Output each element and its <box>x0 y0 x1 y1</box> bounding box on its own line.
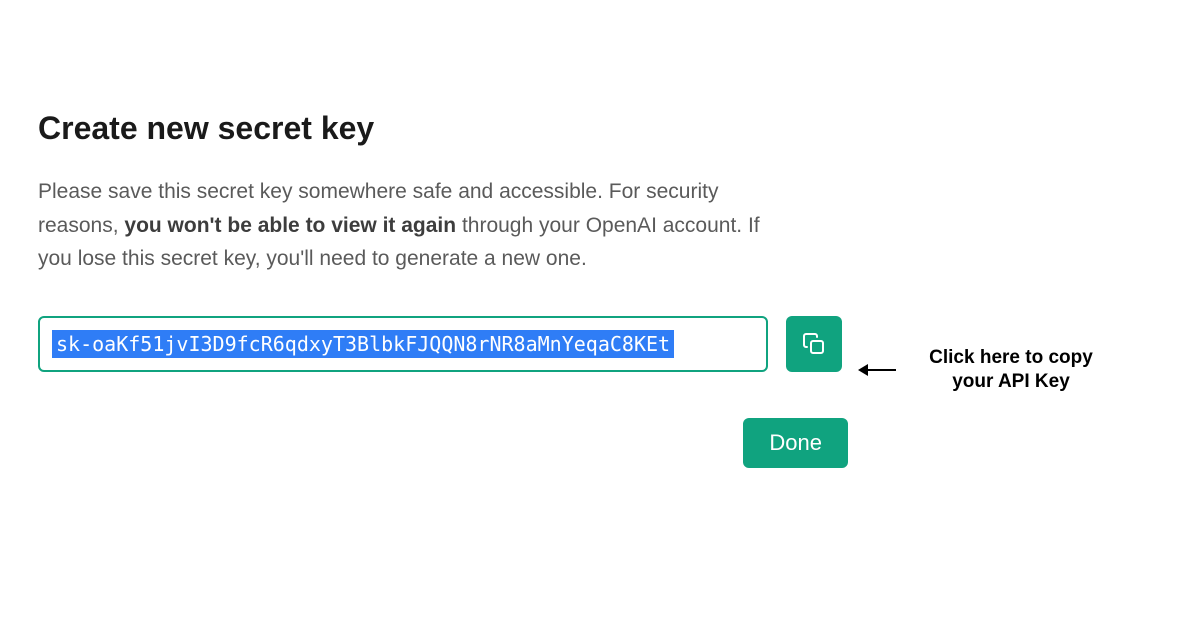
desc-text-bold: you won't be able to view it again <box>124 214 456 237</box>
secret-key-field[interactable]: sk-oaKf51jvI3D9fcR6qdxyT3BlbkFJQQN8rNR8a… <box>38 316 768 372</box>
dialog-description: Please save this secret key somewhere sa… <box>38 175 778 276</box>
done-button[interactable]: Done <box>743 418 848 468</box>
copy-icon <box>802 332 826 356</box>
dialog-actions: Done <box>38 418 848 468</box>
copy-button[interactable] <box>786 316 842 372</box>
create-secret-key-dialog: Create new secret key Please save this s… <box>38 110 858 468</box>
copy-annotation: Click here to copy your API Key <box>860 346 1116 394</box>
arrow-left-icon <box>860 369 896 371</box>
dialog-title: Create new secret key <box>38 110 858 147</box>
annotation-text: Click here to copy your API Key <box>906 346 1116 394</box>
secret-key-value[interactable]: sk-oaKf51jvI3D9fcR6qdxyT3BlbkFJQQN8rNR8a… <box>52 330 674 358</box>
key-row: sk-oaKf51jvI3D9fcR6qdxyT3BlbkFJQQN8rNR8a… <box>38 316 858 372</box>
